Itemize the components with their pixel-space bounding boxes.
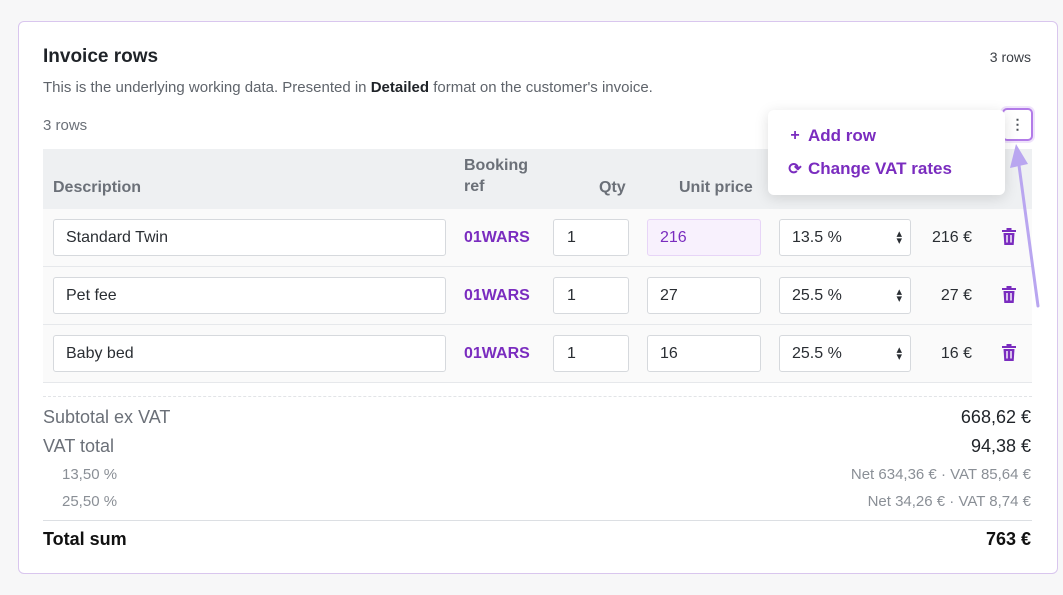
rows-count: 3 rows — [43, 117, 88, 134]
header-booking-ref-line2: ref — [464, 178, 485, 195]
header-booking-ref-line1: Booking — [464, 157, 528, 174]
subtitle-format: Detailed — [370, 79, 430, 96]
vat-select[interactable]: 25.5 % ▴ ▾ — [779, 335, 911, 372]
table-row: Standard Twin 01WARS 1 216 13.5 % ▴ ▾ 216 … — [43, 209, 1032, 267]
description-input[interactable]: Baby bed — [53, 335, 446, 372]
row-total: 16 € — [940, 345, 972, 362]
vat-rate-label: 25,50 % — [62, 493, 118, 510]
vat-value: 13.5 % — [792, 228, 842, 246]
vat-rate-detail: Net 634,36 € · VAT 85,64 € — [850, 466, 1031, 483]
select-arrows-icon: ▴ ▾ — [896, 343, 902, 363]
description-input[interactable]: Pet fee — [53, 277, 446, 314]
vat-select[interactable]: 13.5 % ▴ ▾ — [779, 219, 911, 256]
kebab-icon: ⋮ — [1010, 116, 1025, 132]
vat-total-value: 94,38 € — [970, 436, 1031, 456]
table-row: Pet fee 01WARS 1 27 25.5 % ▴ ▾ 27 € — [43, 267, 1032, 325]
unit-price-input[interactable]: 16 — [647, 335, 761, 372]
booking-ref-link[interactable]: 01WARS — [464, 229, 530, 247]
options-dropdown-menu: + Add row ⟳ Change VAT rates — [768, 110, 1005, 195]
table-row: Baby bed 01WARS 1 16 25.5 % ▴ ▾ 16 € — [43, 325, 1032, 383]
select-arrows-icon: ▴ ▾ — [896, 227, 902, 247]
qty-input[interactable]: 1 — [553, 335, 629, 372]
total-sum-value: 763 € — [985, 529, 1031, 549]
select-arrows-icon: ▴ ▾ — [896, 285, 902, 305]
row-total: 216 € — [931, 229, 972, 246]
subtitle-text-end: format on the customer's invoice. — [429, 79, 653, 96]
refresh-icon: ⟳ — [788, 161, 802, 178]
row-total: 27 € — [940, 287, 972, 304]
subtotal-value: 668,62 € — [960, 407, 1031, 427]
menu-item-change-vat-rates[interactable]: ⟳ Change VAT rates — [788, 159, 952, 179]
header-qty: Qty — [599, 179, 626, 196]
change-vat-label: Change VAT rates — [808, 159, 952, 178]
annotation-arrow-icon — [1010, 144, 1040, 308]
header-unit-price: Unit price — [679, 179, 753, 196]
booking-ref-link[interactable]: 01WARS — [464, 287, 530, 305]
plus-icon: + — [790, 127, 800, 144]
vat-value: 25.5 % — [792, 286, 842, 304]
vat-rate-label: 13,50 % — [62, 466, 118, 483]
subtotal-label: Subtotal ex VAT — [43, 407, 171, 427]
vat-value: 25.5 % — [792, 344, 842, 362]
rows-count-badge: 3 rows — [989, 49, 1031, 65]
card-subtitle: This is the underlying working data. Pre… — [43, 79, 653, 96]
unit-price-input[interactable]: 216 — [647, 219, 761, 256]
booking-ref-link[interactable]: 01WARS — [464, 345, 530, 363]
trash-icon[interactable] — [1002, 344, 1016, 361]
menu-item-add-row[interactable]: + Add row — [788, 126, 876, 146]
vat-select[interactable]: 25.5 % ▴ ▾ — [779, 277, 911, 314]
unit-price-input[interactable]: 27 — [647, 277, 761, 314]
add-row-label: Add row — [808, 126, 876, 145]
total-sum-label: Total sum — [43, 529, 127, 549]
summary-divider — [43, 396, 1032, 397]
vat-rate-detail: Net 34,26 € · VAT 8,74 € — [867, 493, 1031, 510]
header-booking-ref: Booking ref — [464, 155, 528, 197]
total-divider — [43, 520, 1032, 521]
vat-total-label: VAT total — [43, 436, 115, 456]
qty-input[interactable]: 1 — [553, 219, 629, 256]
card-title: Invoice rows — [43, 46, 159, 67]
invoice-rows-card: Invoice rows 3 rows This is the underlyi… — [18, 21, 1058, 574]
qty-input[interactable]: 1 — [553, 277, 629, 314]
description-input[interactable]: Standard Twin — [53, 219, 446, 256]
header-description: Description — [53, 179, 142, 196]
subtitle-text: This is the underlying working data. Pre… — [43, 79, 371, 96]
